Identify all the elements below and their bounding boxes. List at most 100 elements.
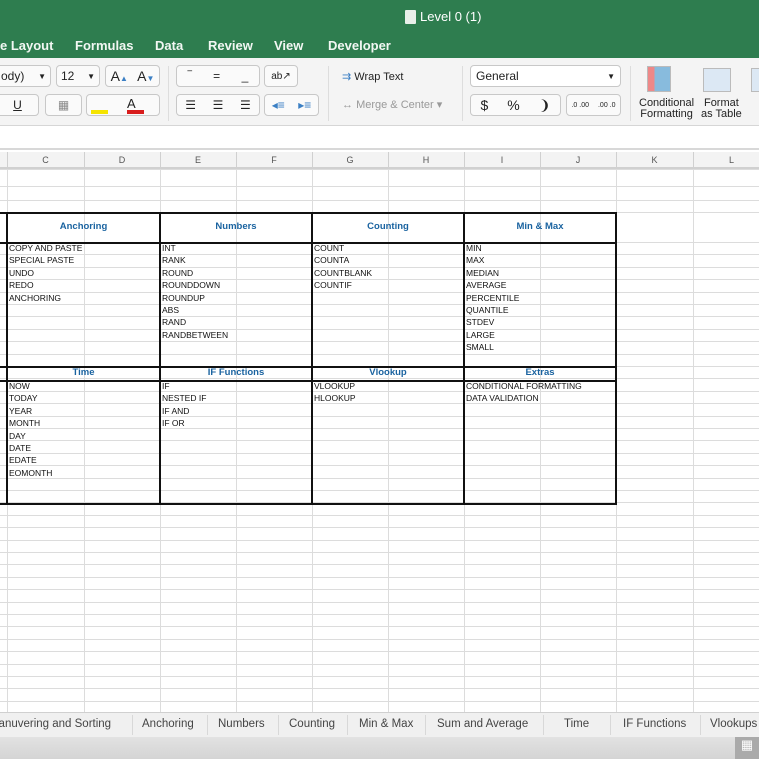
align-right-icon[interactable]: ☰ bbox=[240, 98, 251, 112]
format-as-table-icon[interactable] bbox=[703, 68, 731, 92]
tab-divider bbox=[610, 715, 611, 735]
gridline-horizontal bbox=[0, 254, 759, 256]
tab-review[interactable]: Review bbox=[208, 38, 253, 53]
column-divider bbox=[84, 152, 85, 167]
list-item: DATA VALIDATION bbox=[466, 393, 539, 404]
increase-font-icon[interactable]: A▲ bbox=[111, 68, 128, 84]
sheet-tab[interactable]: Anchoring bbox=[142, 718, 194, 730]
gridline-horizontal bbox=[0, 266, 759, 268]
list-item: ROUND bbox=[162, 267, 194, 278]
conditional-formatting-icon[interactable] bbox=[647, 66, 671, 92]
gridline-horizontal bbox=[0, 316, 759, 318]
gridline-horizontal bbox=[0, 328, 759, 330]
decrease-decimal-button[interactable]: .00 .0 bbox=[598, 102, 616, 109]
gridline-horizontal bbox=[0, 390, 759, 392]
currency-button[interactable]: $ bbox=[481, 97, 489, 113]
horizontal-align-buttons[interactable]: ☰ ☰ ☰ bbox=[176, 94, 260, 116]
column-header-d[interactable]: D bbox=[84, 155, 160, 165]
list-item: ROUNDDOWN bbox=[162, 280, 221, 291]
indent-buttons[interactable]: ◂≡ ▸≡ bbox=[264, 94, 319, 116]
list-item: UNDO bbox=[9, 267, 35, 278]
column-header-j[interactable]: J bbox=[540, 155, 616, 165]
orientation-button[interactable]: ab↗ bbox=[264, 65, 298, 87]
column-header-l[interactable]: L bbox=[693, 155, 759, 165]
percent-button[interactable]: % bbox=[507, 97, 519, 113]
cell-styles-icon[interactable] bbox=[751, 68, 759, 92]
tab-data[interactable]: Data bbox=[155, 38, 183, 53]
gridline-horizontal bbox=[0, 552, 759, 553]
formula-bar[interactable] bbox=[0, 126, 759, 150]
align-center-icon[interactable]: ☰ bbox=[213, 98, 224, 112]
sheet-tab[interactable]: Counting bbox=[289, 718, 335, 730]
sheet-tab[interactable]: Vlookups bbox=[710, 718, 757, 730]
worksheet-grid[interactable] bbox=[0, 169, 759, 712]
list-item: SPECIAL PASTE bbox=[9, 255, 75, 266]
column-header-c[interactable]: C bbox=[7, 155, 84, 165]
merge-center-button[interactable]: ↔ Merge & Center ▾ bbox=[342, 98, 442, 111]
fill-color-icon[interactable] bbox=[91, 110, 108, 114]
number-format-select[interactable]: General ▼ bbox=[470, 65, 621, 87]
number-style-buttons: $% ❩ bbox=[470, 94, 561, 116]
sheet-tab[interactable]: lanuvering and Sorting bbox=[0, 718, 111, 730]
gridline-horizontal bbox=[0, 539, 759, 541]
gridline-horizontal bbox=[0, 403, 759, 405]
borders-button[interactable]: ▦ bbox=[45, 94, 82, 116]
column-header-e[interactable]: E bbox=[160, 155, 236, 165]
list-item: MEDIAN bbox=[466, 267, 500, 278]
tab-view[interactable]: View bbox=[274, 38, 303, 53]
list-item: SMALL bbox=[466, 342, 494, 353]
tab-developer[interactable]: Developer bbox=[328, 38, 391, 53]
list-item: DATE bbox=[9, 443, 32, 453]
sheet-tab[interactable]: Numbers bbox=[218, 718, 265, 730]
sheet-tab[interactable]: Min & Max bbox=[359, 718, 413, 730]
column-header-i[interactable]: I bbox=[464, 155, 540, 165]
align-top-icon[interactable]: ‾ bbox=[188, 69, 192, 83]
column-header-h[interactable]: H bbox=[388, 155, 464, 165]
tab-formulas[interactable]: Formulas bbox=[75, 38, 134, 53]
chevron-down-icon: ▼ bbox=[607, 71, 615, 81]
vertical-align-buttons[interactable]: ‾ = _ bbox=[176, 65, 260, 87]
table-border bbox=[0, 380, 617, 382]
conditional-formatting-button[interactable]: Conditional Formatting bbox=[639, 98, 694, 120]
comma-button[interactable]: ❩ bbox=[539, 97, 551, 114]
tab-page-layout[interactable]: e Layout bbox=[0, 38, 53, 53]
gridline-horizontal bbox=[0, 638, 759, 640]
section-header: Time bbox=[72, 367, 95, 378]
decrease-indent-icon[interactable]: ◂≡ bbox=[272, 98, 285, 112]
column-header-k[interactable]: K bbox=[616, 155, 693, 165]
decimal-buttons: .0 .00 .00 .0 bbox=[566, 94, 621, 116]
normal-view-icon[interactable]: ▦ bbox=[735, 737, 759, 759]
gridline-horizontal bbox=[0, 601, 759, 603]
gridline-horizontal bbox=[0, 651, 759, 653]
list-item: IF AND bbox=[162, 405, 190, 416]
wrap-text-button[interactable]: ⇉ Wrap Text bbox=[342, 70, 403, 83]
sheet-tab[interactable]: Sum and Average bbox=[437, 718, 528, 730]
align-middle-icon[interactable]: = bbox=[213, 69, 220, 83]
sheet-tab[interactable]: Time bbox=[564, 718, 589, 730]
list-item: YEAR bbox=[9, 405, 33, 416]
increase-indent-icon[interactable]: ▸≡ bbox=[298, 98, 311, 112]
column-header-g[interactable]: G bbox=[312, 155, 388, 165]
column-divider bbox=[464, 152, 465, 167]
list-item: MAX bbox=[466, 255, 485, 266]
align-bottom-icon[interactable]: _ bbox=[242, 69, 249, 83]
font-name-select[interactable]: ody) ▼ bbox=[0, 65, 51, 87]
column-header-f[interactable]: F bbox=[236, 155, 312, 165]
sheet-tab[interactable]: IF Functions bbox=[623, 718, 686, 730]
format-as-table-button[interactable]: Format as Table bbox=[701, 98, 742, 120]
align-left-icon[interactable]: ☰ bbox=[185, 98, 196, 112]
font-color-icon[interactable]: A bbox=[127, 96, 136, 111]
underline-button[interactable]: U bbox=[0, 94, 39, 116]
gridline-horizontal bbox=[0, 527, 759, 529]
list-item: RANK bbox=[162, 255, 186, 266]
font-size-select[interactable]: 12 ▼ bbox=[56, 65, 100, 87]
column-divider bbox=[236, 152, 237, 167]
list-item: REDO bbox=[9, 280, 34, 291]
tab-divider bbox=[700, 715, 701, 735]
list-item: RANDBETWEEN bbox=[162, 329, 229, 340]
increase-decimal-button[interactable]: .0 .00 bbox=[571, 102, 589, 109]
table-border bbox=[463, 212, 465, 505]
decrease-font-icon[interactable]: A▼ bbox=[137, 68, 154, 84]
section-header: Anchoring bbox=[59, 221, 108, 232]
status-bar: ▦ bbox=[0, 737, 759, 759]
